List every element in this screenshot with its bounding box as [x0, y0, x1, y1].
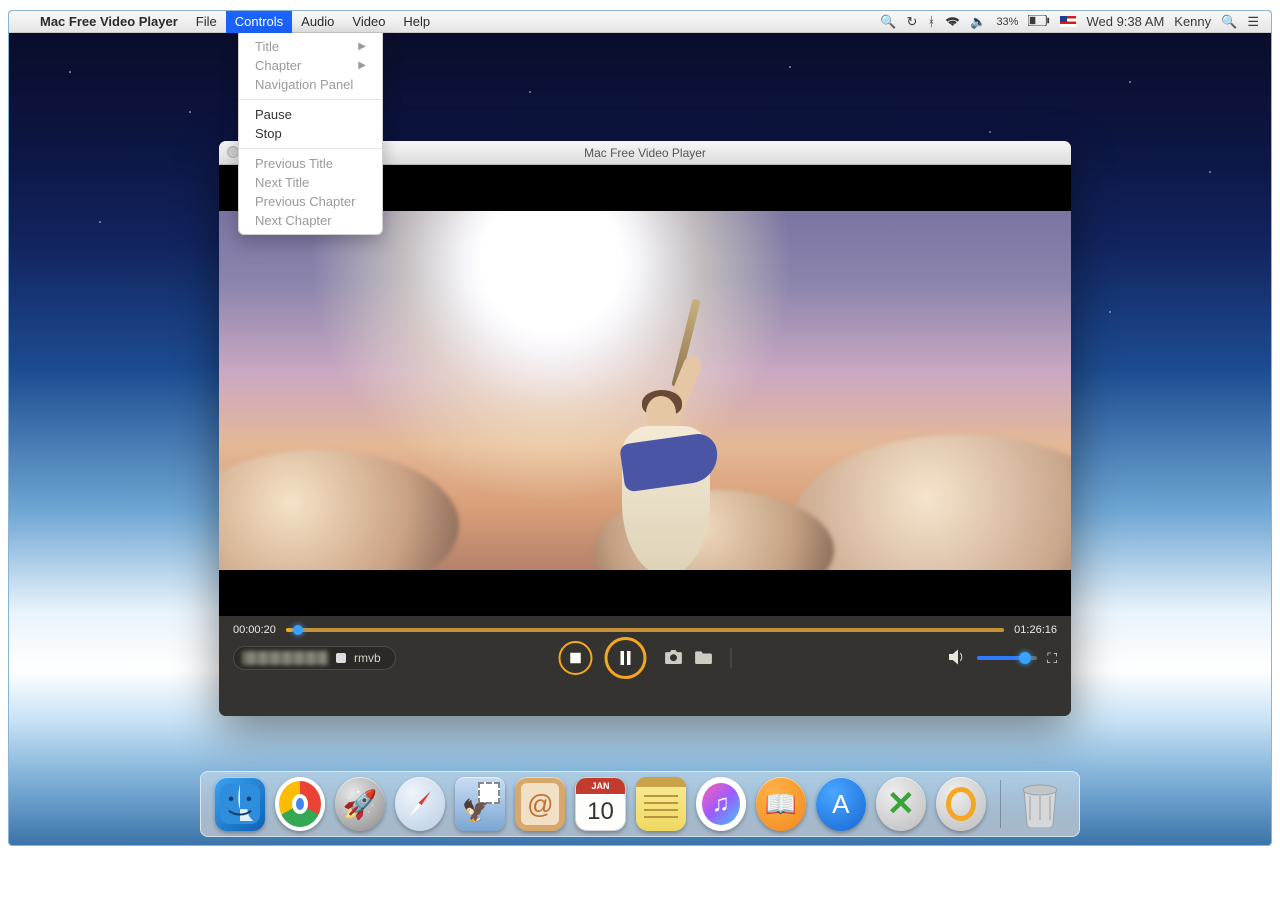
dock-launchpad[interactable]: 🚀 [335, 777, 385, 831]
dock-mail[interactable]: 🦅 [455, 777, 505, 831]
menu-item-next-chapter: Next Chapter [239, 211, 382, 230]
battery-icon[interactable] [1028, 14, 1050, 29]
total-time: 01:26:16 [1014, 624, 1057, 636]
menu-item-title: Title▶ [239, 37, 382, 56]
wifi-icon[interactable] [945, 14, 960, 29]
spotlight-mini-icon[interactable]: 🔍 [880, 14, 896, 30]
window-title: Mac Free Video Player [584, 146, 706, 160]
input-source-flag-icon[interactable] [1060, 16, 1076, 27]
dock-calendar[interactable]: JAN10 [575, 777, 625, 831]
volume-status-icon[interactable]: 🔈 [970, 14, 986, 30]
dock-separator [1000, 780, 1001, 828]
menu-controls[interactable]: Controls [226, 11, 292, 33]
dock-itunes[interactable]: ♫ [696, 777, 746, 831]
dock-notes[interactable] [636, 777, 686, 831]
dock: 🚀 🦅 @ JAN10 ♫ 📖 A ✕ [200, 771, 1080, 837]
menu-item-next-title: Next Title [239, 173, 382, 192]
bluetooth-icon[interactable]: ᚼ [927, 14, 935, 29]
volume-slider[interactable] [977, 656, 1037, 660]
menu-item-chapter: Chapter▶ [239, 56, 382, 75]
dock-safari[interactable] [395, 777, 445, 831]
timemachine-icon[interactable]: ↻ [907, 14, 918, 30]
dock-finder[interactable] [215, 777, 265, 831]
menu-item-previous-title: Previous Title [239, 154, 382, 173]
menubar-status: 🔍 ↻ ᚼ 🔈 33% Wed 9:38 AM Kenny 🔍 ☰ [880, 14, 1259, 30]
menu-audio[interactable]: Audio [292, 11, 343, 33]
notification-center-icon[interactable]: ☰ [1247, 14, 1259, 30]
pause-button[interactable] [605, 637, 647, 679]
now-playing-pill[interactable]: rmvb [233, 646, 396, 670]
dock-contacts[interactable]: @ [515, 777, 565, 831]
volume-thumb[interactable] [1019, 652, 1031, 664]
menu-item-previous-chapter: Previous Chapter [239, 192, 382, 211]
elapsed-time: 00:00:20 [233, 624, 276, 636]
seek-thumb[interactable] [293, 625, 303, 635]
video-frame [219, 211, 1071, 570]
menubar-clock[interactable]: Wed 9:38 AM [1086, 14, 1164, 29]
menu-help[interactable]: Help [394, 11, 439, 33]
controls-dropdown: Title▶ Chapter▶ Navigation Panel Pause S… [238, 33, 383, 235]
dock-ibooks[interactable]: 📖 [756, 777, 806, 831]
filename-redacted [242, 651, 328, 665]
menu-video[interactable]: Video [343, 11, 394, 33]
dock-chrome[interactable] [275, 777, 325, 831]
file-extension: rmvb [354, 651, 381, 665]
spotlight-icon[interactable]: 🔍 [1221, 14, 1237, 30]
menu-file[interactable]: File [187, 11, 226, 33]
player-controls-panel: 00:00:20 01:26:16 rmvb [219, 616, 1071, 716]
battery-percent[interactable]: 33% [996, 16, 1018, 28]
menubar: Mac Free Video Player File Controls Audi… [9, 11, 1271, 33]
dock-appstore[interactable]: A [816, 777, 866, 831]
fullscreen-button[interactable]: ⛶ [1047, 650, 1057, 667]
snapshot-button[interactable] [665, 650, 683, 667]
menu-item-stop[interactable]: Stop [239, 124, 382, 143]
dock-trash[interactable] [1015, 777, 1065, 831]
dock-app-ring[interactable] [936, 777, 986, 831]
stop-button[interactable] [559, 641, 593, 675]
volume-icon[interactable] [949, 649, 967, 668]
menubar-user[interactable]: Kenny [1174, 14, 1211, 29]
app-name[interactable]: Mac Free Video Player [31, 14, 187, 29]
seek-bar[interactable] [286, 628, 1004, 632]
menu-item-pause[interactable]: Pause [239, 105, 382, 124]
open-file-button[interactable] [695, 650, 713, 667]
dock-app-x[interactable]: ✕ [876, 777, 926, 831]
menu-item-navigation-panel: Navigation Panel [239, 75, 382, 94]
